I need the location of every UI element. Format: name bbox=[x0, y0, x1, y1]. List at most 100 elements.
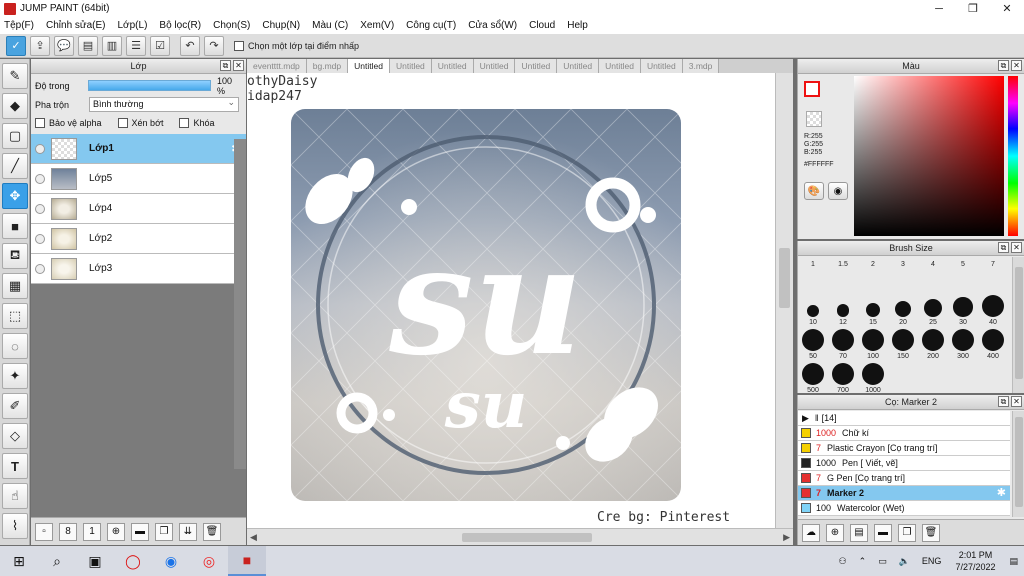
opera-gx-icon[interactable]: ◎ bbox=[190, 546, 228, 576]
document-tab[interactable]: Untitled bbox=[431, 59, 474, 73]
add-layer-menu-icon[interactable]: ⊕ bbox=[107, 522, 125, 541]
transparent-color-swatch[interactable] bbox=[806, 111, 822, 127]
minimize-button[interactable]: ─ bbox=[922, 0, 956, 17]
brush-size-option[interactable]: 100 bbox=[858, 329, 888, 360]
magic-wand-tool-icon[interactable]: ✦ bbox=[2, 363, 28, 389]
menu-help[interactable]: Help bbox=[567, 20, 588, 31]
language-indicator[interactable]: ENG bbox=[922, 556, 942, 566]
brush-size-option[interactable]: 400 bbox=[978, 329, 1008, 360]
document-tab-active[interactable]: Untitled bbox=[348, 59, 390, 73]
brush-scrollbar[interactable] bbox=[1012, 257, 1024, 393]
visibility-icon[interactable] bbox=[35, 233, 45, 244]
document-tab[interactable]: Untitled bbox=[515, 59, 558, 73]
select-pen-tool-icon[interactable]: ✐ bbox=[2, 393, 28, 419]
scroll-thumb[interactable] bbox=[779, 248, 790, 308]
document-tab[interactable]: Untitled bbox=[473, 59, 516, 73]
document-tab[interactable]: bg.mdp bbox=[306, 59, 349, 73]
brush-list-scrollbar[interactable] bbox=[1012, 411, 1024, 517]
lock-checkbox[interactable] bbox=[179, 118, 190, 128]
panel-close-icon[interactable]: ✕ bbox=[233, 60, 244, 71]
brush-settings-icon[interactable]: ▤ bbox=[850, 523, 868, 542]
people-icon[interactable]: ⚇ bbox=[839, 556, 847, 567]
document-canvas[interactable]: othyDaisy idap247 su su Cre bg: Pinteres… bbox=[247, 73, 775, 528]
brush-item[interactable]: 100 Watercolor (Wet) bbox=[798, 501, 1010, 516]
popout-icon[interactable]: ⧉ bbox=[220, 60, 231, 71]
brush-group-row[interactable]: ▶ ǁ [14] bbox=[798, 411, 1010, 426]
menu-edit[interactable]: Chỉnh sửa(E) bbox=[46, 20, 106, 31]
merge-down-icon[interactable]: ⇊ bbox=[179, 522, 197, 541]
foreground-color-swatch[interactable] bbox=[804, 81, 820, 97]
layer-scrollbar[interactable] bbox=[234, 139, 246, 469]
scroll-left-icon[interactable]: ◀ bbox=[250, 532, 257, 543]
speech-bubble-icon[interactable]: 💬 bbox=[54, 35, 74, 56]
menu-filter[interactable]: Bộ lọc(R) bbox=[159, 20, 201, 31]
brush-size-option[interactable]: 700 bbox=[828, 363, 858, 394]
brush-item[interactable]: 1000 Pen [ Viết, vẽ] bbox=[798, 456, 1010, 471]
start-icon[interactable]: ⊞ bbox=[0, 546, 38, 576]
menu-window[interactable]: Cửa sổ(W) bbox=[468, 20, 517, 31]
brush-item[interactable]: 7 G Pen [Cọ trang trí] bbox=[798, 471, 1010, 486]
brush-item[interactable]: 1000 Chữ kí bbox=[798, 426, 1010, 441]
document-tab[interactable]: Untitled bbox=[557, 59, 600, 73]
new-folder-icon[interactable]: ▬ bbox=[131, 522, 149, 541]
rect-select-tool-icon[interactable]: ⬚ bbox=[2, 303, 28, 329]
scroll-thumb[interactable] bbox=[462, 533, 592, 542]
brush-size-option[interactable]: 25 bbox=[918, 295, 948, 326]
list-icon[interactable]: ☰ bbox=[126, 35, 146, 56]
brush-item-selected[interactable]: 7 Marker 2 ✱ bbox=[798, 486, 1010, 501]
text-tool-icon[interactable]: T bbox=[2, 453, 28, 479]
delete-brush-icon[interactable]: 🗑 bbox=[922, 523, 940, 542]
shape-tool-icon[interactable]: ▢ bbox=[2, 123, 28, 149]
tray-chevron-icon[interactable]: ⌃ bbox=[859, 556, 867, 567]
brush-size-option[interactable]: 20 bbox=[888, 295, 918, 326]
new-1bit-layer-icon[interactable]: 1 bbox=[83, 522, 101, 541]
layer-row[interactable]: Lớp1 ✱ bbox=[31, 134, 246, 164]
lasso-tool-icon[interactable]: ◌ bbox=[2, 333, 28, 359]
palette-icon[interactable]: 🎨 bbox=[804, 182, 824, 200]
brush-size-option[interactable]: 200 bbox=[918, 329, 948, 360]
visibility-icon[interactable] bbox=[35, 203, 45, 214]
clipping-checkbox[interactable] bbox=[117, 118, 128, 128]
eyedropper-tool-icon[interactable]: ⌇ bbox=[2, 513, 28, 539]
bucket-tool-icon[interactable]: ⛾ bbox=[2, 243, 28, 269]
duplicate-layer-icon[interactable]: ❐ bbox=[155, 522, 173, 541]
comment-icon[interactable]: ▤ bbox=[78, 35, 98, 56]
visibility-icon[interactable] bbox=[35, 263, 45, 274]
operation-tool-icon[interactable]: ☝ bbox=[2, 483, 28, 509]
line-tool-icon[interactable]: ╱ bbox=[2, 153, 28, 179]
brush-size-option[interactable]: 40 bbox=[978, 295, 1008, 326]
brush-size-option[interactable]: 30 bbox=[948, 295, 978, 326]
new-8bit-layer-icon[interactable]: 8 bbox=[59, 522, 77, 541]
move-tool-icon[interactable]: ✥ bbox=[2, 183, 28, 209]
document-tab[interactable]: eventttt.mdp bbox=[247, 59, 307, 73]
brush-size-option[interactable]: 15 bbox=[858, 295, 888, 326]
delete-layer-icon[interactable]: 🗑 bbox=[203, 522, 221, 541]
layer-row[interactable]: Lớp3 bbox=[31, 254, 246, 284]
gear-icon[interactable]: ✱ bbox=[997, 486, 1006, 499]
clock[interactable]: 2:01 PM 7/27/2022 bbox=[955, 549, 995, 573]
menu-color[interactable]: Màu (C) bbox=[312, 20, 348, 31]
redo-icon[interactable]: ↷ bbox=[204, 35, 224, 56]
canvas-vertical-scrollbar[interactable] bbox=[775, 73, 793, 528]
share-icon[interactable]: ⇪ bbox=[30, 35, 50, 56]
new-layer-icon[interactable]: ▫ bbox=[35, 522, 53, 541]
menu-view[interactable]: Xem(V) bbox=[360, 20, 394, 31]
undo-icon[interactable]: ↶ bbox=[180, 35, 200, 56]
brush-size-option[interactable]: 2 bbox=[858, 261, 888, 268]
document-tab[interactable]: Untitled bbox=[640, 59, 683, 73]
brush-size-option[interactable]: 5 bbox=[948, 261, 978, 268]
color-set-icon[interactable]: ◉ bbox=[828, 182, 848, 200]
cloud-brush-icon[interactable]: ☁ bbox=[802, 523, 820, 542]
gradient-tool-icon[interactable]: ▦ bbox=[2, 273, 28, 299]
notification-icon[interactable]: ▤ bbox=[1009, 556, 1018, 567]
opera-icon[interactable]: ◯ bbox=[114, 546, 152, 576]
opacity-slider[interactable] bbox=[87, 80, 212, 91]
panel-close-icon[interactable]: ✕ bbox=[1011, 242, 1022, 253]
popout-icon[interactable]: ⧉ bbox=[998, 396, 1009, 407]
menu-file[interactable]: Tệp(F) bbox=[4, 20, 34, 31]
brush-size-option[interactable]: 1000 bbox=[858, 363, 888, 394]
popout-icon[interactable]: ⧉ bbox=[998, 60, 1009, 71]
brush-tool-icon[interactable]: ✎ bbox=[2, 63, 28, 89]
maximize-button[interactable]: ❐ bbox=[956, 0, 990, 17]
eraser-tool-icon[interactable]: ◆ bbox=[2, 93, 28, 119]
